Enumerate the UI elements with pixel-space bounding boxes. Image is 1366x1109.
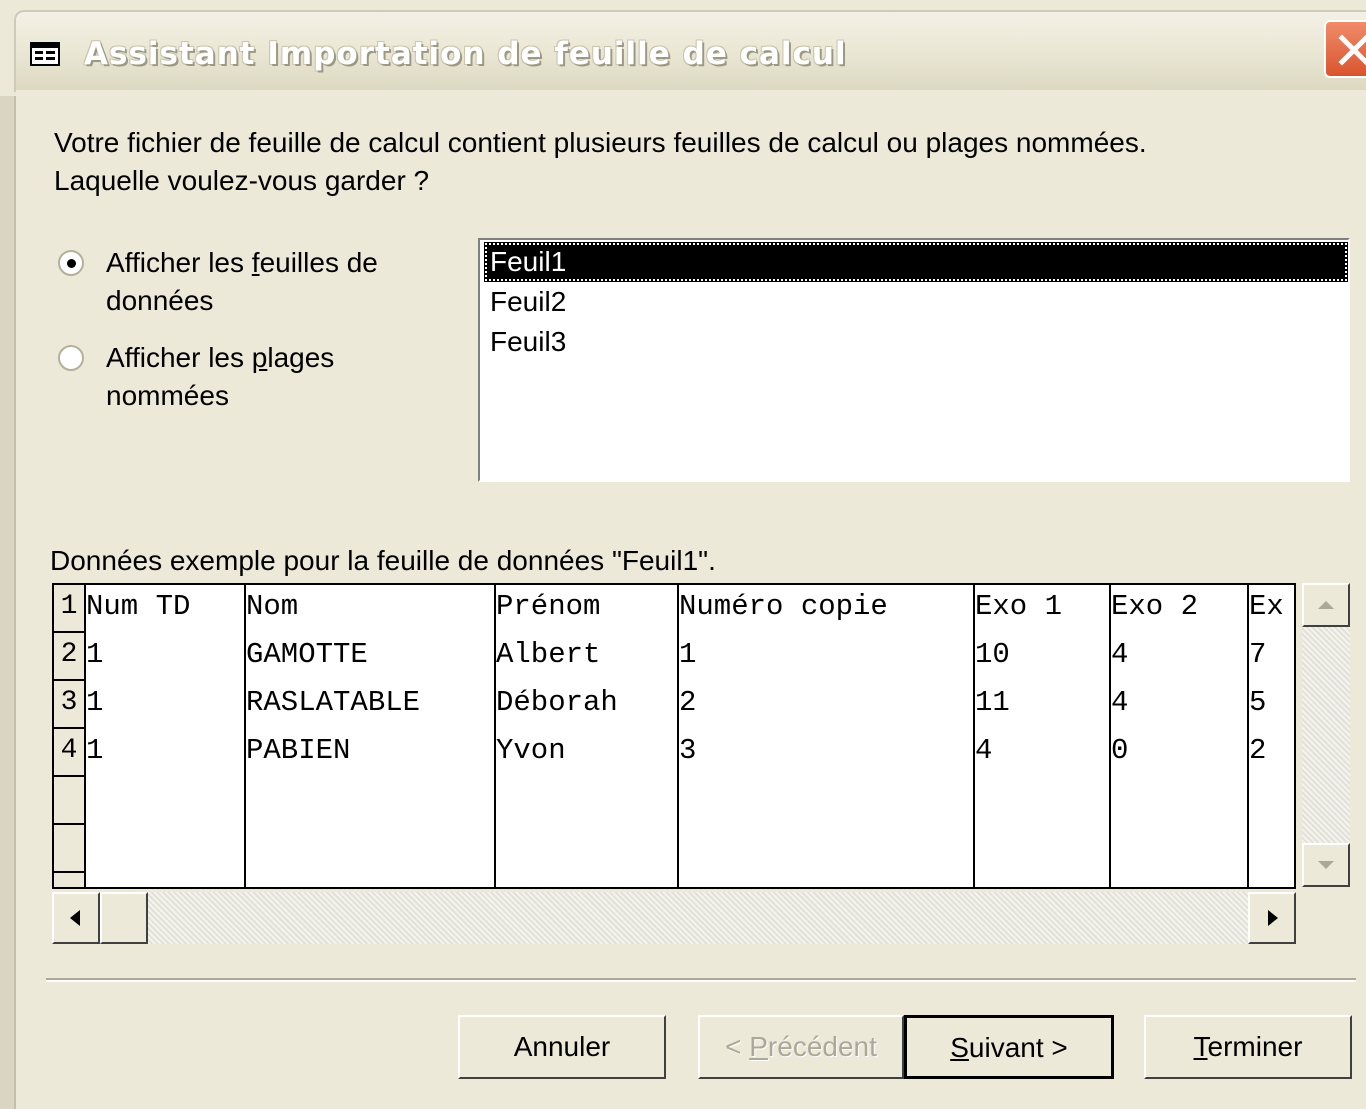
- cell-r2-c1: 1: [86, 638, 104, 671]
- scroll-thumb[interactable]: [100, 892, 148, 944]
- arrow-right-icon: [1268, 910, 1278, 926]
- preview-caption: Données exemple pour la feuille de donné…: [50, 545, 716, 576]
- radio-show-sheets-label-line2[interactable]: données: [106, 282, 213, 320]
- close-icon: [1338, 34, 1366, 66]
- intro-text-line1: Votre fichier de feuille de calcul conti…: [54, 127, 1147, 158]
- radio-show-ranges-label-line2[interactable]: nommées: [106, 377, 229, 415]
- cell-r1-c4: Numéro copie: [679, 590, 888, 623]
- import-wizard-window: Assistant Importation de feuille de calc…: [0, 0, 1366, 1109]
- row-header-empty: [54, 825, 86, 873]
- preview-grid[interactable]: 1 2 3 4 Num TD Nom Prénom Numéro copie E…: [52, 583, 1296, 889]
- row-header-empty: [54, 873, 86, 887]
- cell-r4-c7: 2: [1249, 734, 1267, 767]
- cell-r2-c2: GAMOTTE: [246, 638, 368, 671]
- scroll-down-button[interactable]: [1302, 843, 1350, 887]
- radio-show-ranges-label[interactable]: Afficher les plages: [106, 339, 334, 377]
- next-button[interactable]: Suivant >: [904, 1015, 1114, 1079]
- cell-r3-c1: 1: [86, 686, 104, 719]
- cell-r3-c2: RASLATABLE: [246, 686, 421, 719]
- title-bar[interactable]: Assistant Importation de feuille de calc…: [14, 10, 1366, 92]
- cell-r2-c6: 4: [1111, 638, 1129, 671]
- row-header-empty: [54, 777, 86, 825]
- arrow-left-icon: [70, 910, 80, 926]
- radio-show-ranges[interactable]: [58, 345, 84, 371]
- cell-r1-c1: Num TD: [86, 590, 191, 623]
- intro-text-line2: Laquelle voulez-vous garder ?: [54, 165, 430, 196]
- radio-selected-dot: [67, 259, 76, 268]
- separator-line: [46, 978, 1356, 982]
- cancel-button[interactable]: Annuler: [458, 1015, 666, 1079]
- scroll-left-button[interactable]: [52, 892, 100, 944]
- cell-r4-c6: 0: [1111, 734, 1129, 767]
- cell-r2-c4: 1: [679, 638, 697, 671]
- cell-r1-c7: Ex: [1249, 590, 1284, 623]
- radio-show-sheets-label[interactable]: Afficher les feuilles de: [106, 244, 378, 282]
- cell-r3-c6: 4: [1111, 686, 1129, 719]
- finish-button[interactable]: Terminer: [1144, 1015, 1352, 1079]
- cell-r3-c4: 2: [679, 686, 697, 719]
- window-title: Assistant Importation de feuille de calc…: [84, 36, 847, 72]
- cell-r4-c1: 1: [86, 734, 104, 767]
- arrow-down-icon: [1318, 861, 1334, 869]
- cell-r4-c3: Yvon: [496, 734, 566, 767]
- cell-r1-c2: Nom: [246, 590, 299, 623]
- row-header: 1: [54, 585, 86, 633]
- sheet-item-feuil3[interactable]: Feuil3: [484, 322, 1348, 362]
- scroll-right-button[interactable]: [1248, 892, 1296, 944]
- cell-r3-c3: Déborah: [496, 686, 618, 719]
- cell-r1-c6: Exo 2: [1111, 590, 1199, 623]
- row-header: 3: [54, 681, 86, 729]
- cell-r2-c5: 10: [975, 638, 1010, 671]
- sheet-listbox[interactable]: Feuil1 Feuil2 Feuil3: [478, 238, 1350, 482]
- row-header: 4: [54, 729, 86, 777]
- cell-r1-c3: Prénom: [496, 590, 601, 623]
- cell-r2-c7: 7: [1249, 638, 1267, 671]
- previous-button[interactable]: < Précédent: [698, 1015, 904, 1079]
- close-button[interactable]: [1324, 20, 1366, 78]
- vertical-scrollbar[interactable]: [1302, 583, 1350, 887]
- cell-r2-c3: Albert: [496, 638, 601, 671]
- sheet-item-feuil1[interactable]: Feuil1: [484, 242, 1348, 282]
- cell-r3-c5: 11: [975, 686, 1010, 719]
- row-header: 2: [54, 633, 86, 681]
- scroll-up-button[interactable]: [1302, 583, 1350, 627]
- cell-r4-c5: 4: [975, 734, 993, 767]
- cell-r4-c2: PABIEN: [246, 734, 351, 767]
- window-left-border: [0, 96, 16, 1109]
- cell-r4-c4: 3: [679, 734, 697, 767]
- cell-r3-c7: 5: [1249, 686, 1267, 719]
- horizontal-scrollbar[interactable]: [52, 892, 1296, 944]
- sheet-item-feuil2[interactable]: Feuil2: [484, 282, 1348, 322]
- arrow-up-icon: [1318, 601, 1334, 609]
- form-icon: [30, 42, 60, 66]
- cell-r1-c5: Exo 1: [975, 590, 1063, 623]
- radio-show-sheets[interactable]: [58, 250, 84, 276]
